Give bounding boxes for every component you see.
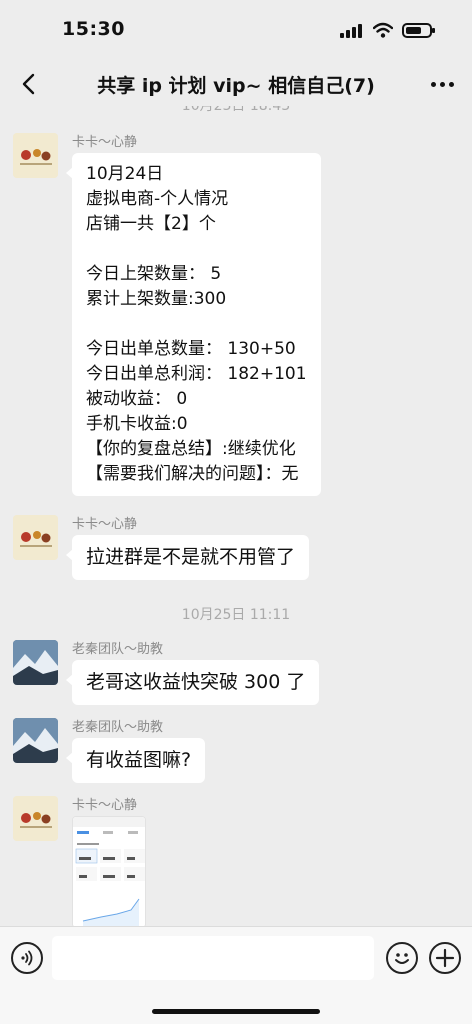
message-line	[86, 312, 307, 337]
home-indicator	[152, 1009, 320, 1014]
message-line: 手机卡收益:0	[86, 414, 188, 434]
sender-name: 老秦团队～助教	[72, 720, 164, 735]
message-bubble[interactable]: 有收益图嘛?	[65, 738, 206, 783]
message-line: 10月24日	[86, 164, 164, 184]
status-bar: 15:30	[0, 0, 472, 62]
input-bar	[0, 926, 472, 1024]
screenshot-thumbnail	[73, 817, 145, 926]
plus-button[interactable]	[429, 942, 461, 974]
status-time: 15:30	[62, 18, 125, 40]
sender-name: 老秦团队～助教	[72, 642, 164, 657]
nav-bar: 共享 ip 计划 vip~ 相信自己(7)	[0, 62, 472, 106]
message-line: 今日出单总数量： 130+50	[86, 339, 296, 359]
message-line: 【需要我们解决的问题】：无	[86, 464, 299, 484]
message-line: 今日出单总利润： 182+101	[86, 364, 307, 384]
signal-icon	[340, 22, 364, 38]
message-bubble[interactable]: 老哥这收益快突破 300 了	[65, 660, 320, 705]
sender-name: 卡卡～心静	[72, 517, 138, 532]
message-text: 拉进群是不是就不用管了	[86, 546, 296, 568]
message-text: 有收益图嘛?	[86, 749, 192, 771]
voice-icon	[21, 950, 33, 966]
message-line: 今日上架数量： 5	[86, 264, 222, 284]
message-text: 老哥这收益快突破 300 了	[86, 671, 306, 693]
chevron-left-icon	[22, 73, 35, 95]
more-button[interactable]	[426, 68, 458, 100]
emoji-button[interactable]	[386, 942, 418, 974]
sender-name: 卡卡～心静	[72, 135, 138, 150]
status-icons	[340, 22, 435, 38]
battery-icon	[402, 22, 435, 38]
message-bubble[interactable]: 拉进群是不是就不用管了	[65, 535, 310, 580]
avatar-kaka[interactable]	[13, 515, 58, 560]
message-line: 【你的复盘总结】:继续优化	[86, 439, 296, 459]
message-line: 被动收益： 0	[86, 389, 188, 409]
image-message[interactable]	[72, 816, 146, 926]
message-line: 店铺一共【2】个	[86, 214, 216, 234]
emoji-icon	[395, 953, 409, 964]
chat-list[interactable]: 10月23日 18:43 卡卡～心静 10月24日 虚拟电商-个人情况 店铺一共…	[0, 106, 472, 926]
message-line: 虚拟电商-个人情况	[86, 189, 229, 209]
avatar-laoqin[interactable]	[13, 640, 58, 685]
message-line: 累计上架数量:300	[86, 289, 227, 309]
timestamp: 10月25日 11:11	[181, 607, 291, 623]
message-bubble[interactable]: 10月24日 虚拟电商-个人情况 店铺一共【2】个 今日上架数量： 5 累计上架…	[66, 153, 321, 496]
wifi-icon	[373, 22, 393, 38]
chat-title: 共享 ip 计划 vip~ 相信自己(7)	[97, 74, 375, 97]
message-line	[86, 237, 307, 262]
avatar-kaka[interactable]	[13, 796, 58, 841]
sender-name: 卡卡～心静	[72, 798, 138, 813]
avatar-laoqin[interactable]	[13, 718, 58, 763]
plus-icon	[435, 948, 455, 968]
more-dots-icon	[430, 81, 454, 87]
timestamp: 10月23日 18:43	[181, 106, 291, 114]
message-input[interactable]	[52, 936, 374, 980]
voice-button[interactable]	[11, 942, 43, 974]
back-button[interactable]	[12, 68, 44, 100]
avatar-kaka[interactable]	[13, 133, 58, 178]
